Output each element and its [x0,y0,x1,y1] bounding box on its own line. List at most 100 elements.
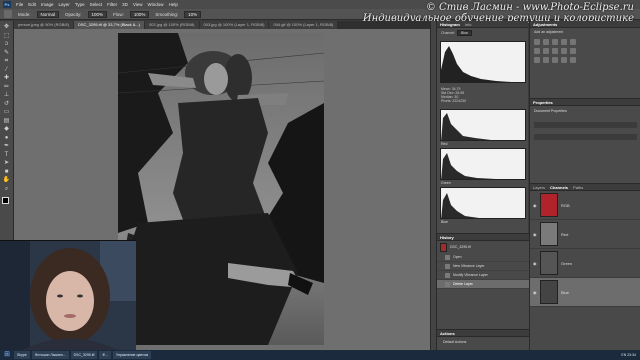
history-item-selected[interactable]: Delete Layer [437,280,529,289]
stat-pixels: Pixels: 2224230 [441,99,466,103]
crop-tool-icon[interactable]: ⌗ [3,58,11,64]
channel-select[interactable]: Blue [457,30,473,36]
actions-set[interactable]: Default Actions [437,337,529,347]
tab-history[interactable]: History [440,235,454,240]
bw-portrait-image [118,33,324,345]
quick-select-tool-icon[interactable]: ✎ [3,50,11,56]
tab-channels[interactable]: Channels [550,185,568,190]
hue-saturation-icon[interactable] [534,48,540,54]
dodge-tool-icon[interactable]: ● [3,135,11,141]
taskbar-item[interactable]: Skype [14,351,30,359]
channel-name: RGB [561,202,570,208]
language-indicator[interactable]: EN [621,353,626,357]
menu-file[interactable]: File [16,2,23,7]
eraser-tool-icon[interactable]: ▭ [3,109,11,115]
blur-tool-icon[interactable]: ◆ [3,126,11,132]
menu-filter[interactable]: Filter [107,2,117,7]
channel-row-rgb[interactable]: ◉ RGB [530,191,640,220]
zoom-tool-icon[interactable]: ⌕ [3,186,11,192]
eye-icon[interactable]: ◉ [533,290,537,295]
eyedropper-tool-icon[interactable]: ⁄ [3,67,11,73]
history-item[interactable]: Open [437,253,529,262]
taskbar-item[interactable]: DSC_3295.tif [70,351,98,359]
selective-color-icon[interactable] [570,57,576,63]
tab-person[interactable]: person.jpeg @ 50% (RGB/8) [14,21,73,29]
history-snapshot[interactable]: DSC_3295.tif [437,241,529,253]
opacity-field[interactable]: 100% [87,10,108,18]
channel-row-red[interactable]: ◉ Red [530,220,640,249]
tab-paths[interactable]: Paths [573,185,583,190]
flow-field[interactable]: 100% [129,10,150,18]
move-tool-icon[interactable]: ✥ [3,24,11,30]
stamp-tool-icon[interactable]: ⊥ [3,92,11,98]
menu-help[interactable]: Help [169,2,178,7]
menu-view[interactable]: View [133,2,143,7]
hand-tool-icon[interactable]: ✋ [3,177,11,183]
channel-mixer-icon[interactable] [570,48,576,54]
color-balance-icon[interactable] [543,48,549,54]
levels-icon[interactable] [543,39,549,45]
properties-field[interactable] [534,122,637,128]
gradient-tool-icon[interactable]: ▤ [3,118,11,124]
invert-icon[interactable] [534,57,540,63]
menu-type[interactable]: Type [75,2,85,7]
properties-field[interactable] [534,134,637,140]
brush-tool-icon[interactable]: ✏ [3,84,11,90]
photoshop-logo-icon: Ps [3,1,11,8]
clock[interactable]: 23:34 [627,353,636,357]
properties-title: Document Properties [534,109,567,113]
marquee-tool-icon[interactable]: ⬚ [3,33,11,39]
tab-adjustments[interactable]: Adjustments [533,22,557,27]
shape-tool-icon[interactable]: ■ [3,169,11,175]
menu-3d[interactable]: 3D [122,2,128,7]
eye-icon[interactable]: ◉ [533,261,537,266]
taskbar-item[interactable]: Фотошоп Ласмин... [31,351,69,359]
brightness-icon[interactable] [534,39,540,45]
tab-properties[interactable]: Properties [533,100,553,105]
brush-preset-icon[interactable] [4,10,12,18]
vibrance-icon[interactable] [570,39,576,45]
tab-004[interactable]: 004.gif @ 100% (Layer 1, RGB/8) [269,21,338,29]
tab-dsc3295[interactable]: DSC_3295.tif @ 33,7% (Black &...) [73,21,145,29]
menu-image[interactable]: Image [41,2,54,7]
mode-select[interactable]: Normal [36,10,60,18]
menu-edit[interactable]: Edit [28,2,36,7]
menu-window[interactable]: Window [148,2,164,7]
tab-002[interactable]: 002.jpg @ 100% (RGB/8) [145,21,199,29]
threshold-icon[interactable] [552,57,558,63]
tab-histogram[interactable]: Histogram [440,22,460,27]
black-white-icon[interactable] [552,48,558,54]
taskbar-item[interactable]: Ф... [99,351,112,359]
channel-row-blue[interactable]: ◉ Blue [530,278,640,307]
taskbar-item[interactable]: Управление цветом [113,351,152,359]
gradient-map-icon[interactable] [561,57,567,63]
posterize-icon[interactable] [543,57,549,63]
history-item[interactable]: Modify Vibrance Layer [437,271,529,280]
lasso-tool-icon[interactable]: ↄ [3,41,11,47]
channels-panel-header: Layers Channels Paths [530,184,640,191]
smoothing-field[interactable]: 10% [184,10,202,18]
curves-icon[interactable] [552,39,558,45]
color-swatches[interactable] [1,197,12,207]
adjustment-icons [530,36,640,66]
foreground-color[interactable] [1,197,9,204]
tab-actions[interactable]: Actions [440,331,455,336]
menu-layer[interactable]: Layer [59,2,70,7]
channel-row-green[interactable]: ◉ Green [530,249,640,278]
pen-tool-icon[interactable]: ✒ [3,143,11,149]
eye-icon[interactable]: ◉ [533,203,537,208]
photo-filter-icon[interactable] [561,48,567,54]
type-tool-icon[interactable]: T [3,152,11,158]
tab-info[interactable]: Info [465,22,472,27]
menu-select[interactable]: Select [90,2,103,7]
document-image[interactable] [118,33,324,345]
healing-tool-icon[interactable]: ✚ [3,75,11,81]
tab-003[interactable]: 003.jpg @ 100% (Layer 1, RGB/8) [199,21,269,29]
eye-icon[interactable]: ◉ [533,232,537,237]
history-brush-tool-icon[interactable]: ↺ [3,101,11,107]
start-button-icon[interactable]: ⊞ [2,351,12,359]
tab-layers[interactable]: Layers [533,185,545,190]
path-select-tool-icon[interactable]: ➤ [3,160,11,166]
exposure-icon[interactable] [561,39,567,45]
history-item[interactable]: New Vibrance Layer [437,262,529,271]
